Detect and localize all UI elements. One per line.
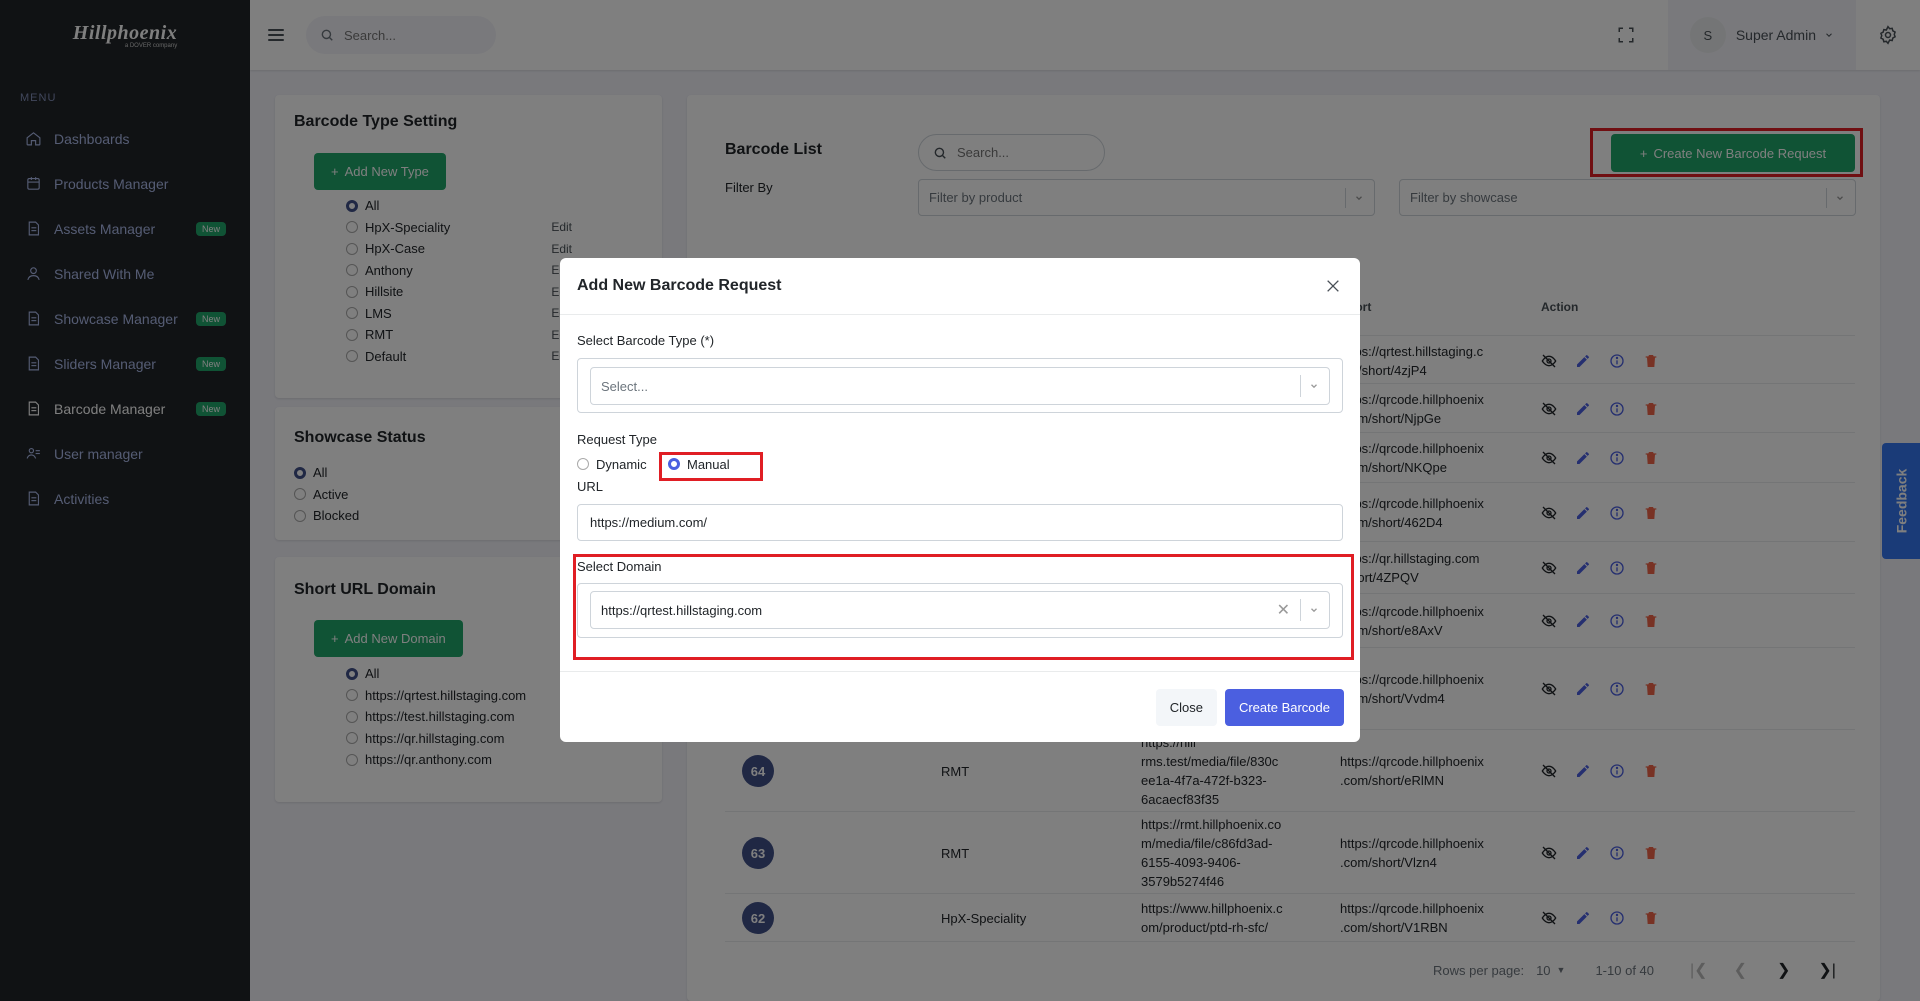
add-barcode-modal: Add New Barcode Request Select Barcode T…: [560, 258, 1360, 742]
barcode-type-placeholder: Select...: [601, 378, 648, 394]
barcode-type-label: Select Barcode Type (*): [577, 333, 715, 348]
radio-dynamic-label: Dynamic: [596, 456, 647, 472]
barcode-type-select-wrap: Select...: [577, 358, 1343, 413]
barcode-type-select[interactable]: Select...: [590, 367, 1330, 405]
modal-footer: Close Create Barcode: [560, 671, 1360, 742]
radio-dynamic-circle[interactable]: [577, 458, 589, 470]
modal-header: Add New Barcode Request: [560, 258, 1360, 315]
request-type-label: Request Type: [577, 432, 657, 447]
modal-title: Add New Barcode Request: [577, 277, 782, 294]
create-barcode-button[interactable]: Create Barcode: [1224, 688, 1344, 726]
url-input[interactable]: [577, 504, 1343, 541]
url-label: URL: [577, 479, 604, 494]
highlight-manual-option: [659, 452, 763, 481]
radio-dynamic[interactable]: Dynamic: [577, 454, 647, 474]
chevron-down-icon: [1311, 384, 1317, 389]
close-icon[interactable]: [1323, 276, 1343, 296]
highlight-domain-section: [573, 554, 1354, 660]
close-button[interactable]: Close: [1155, 688, 1217, 726]
